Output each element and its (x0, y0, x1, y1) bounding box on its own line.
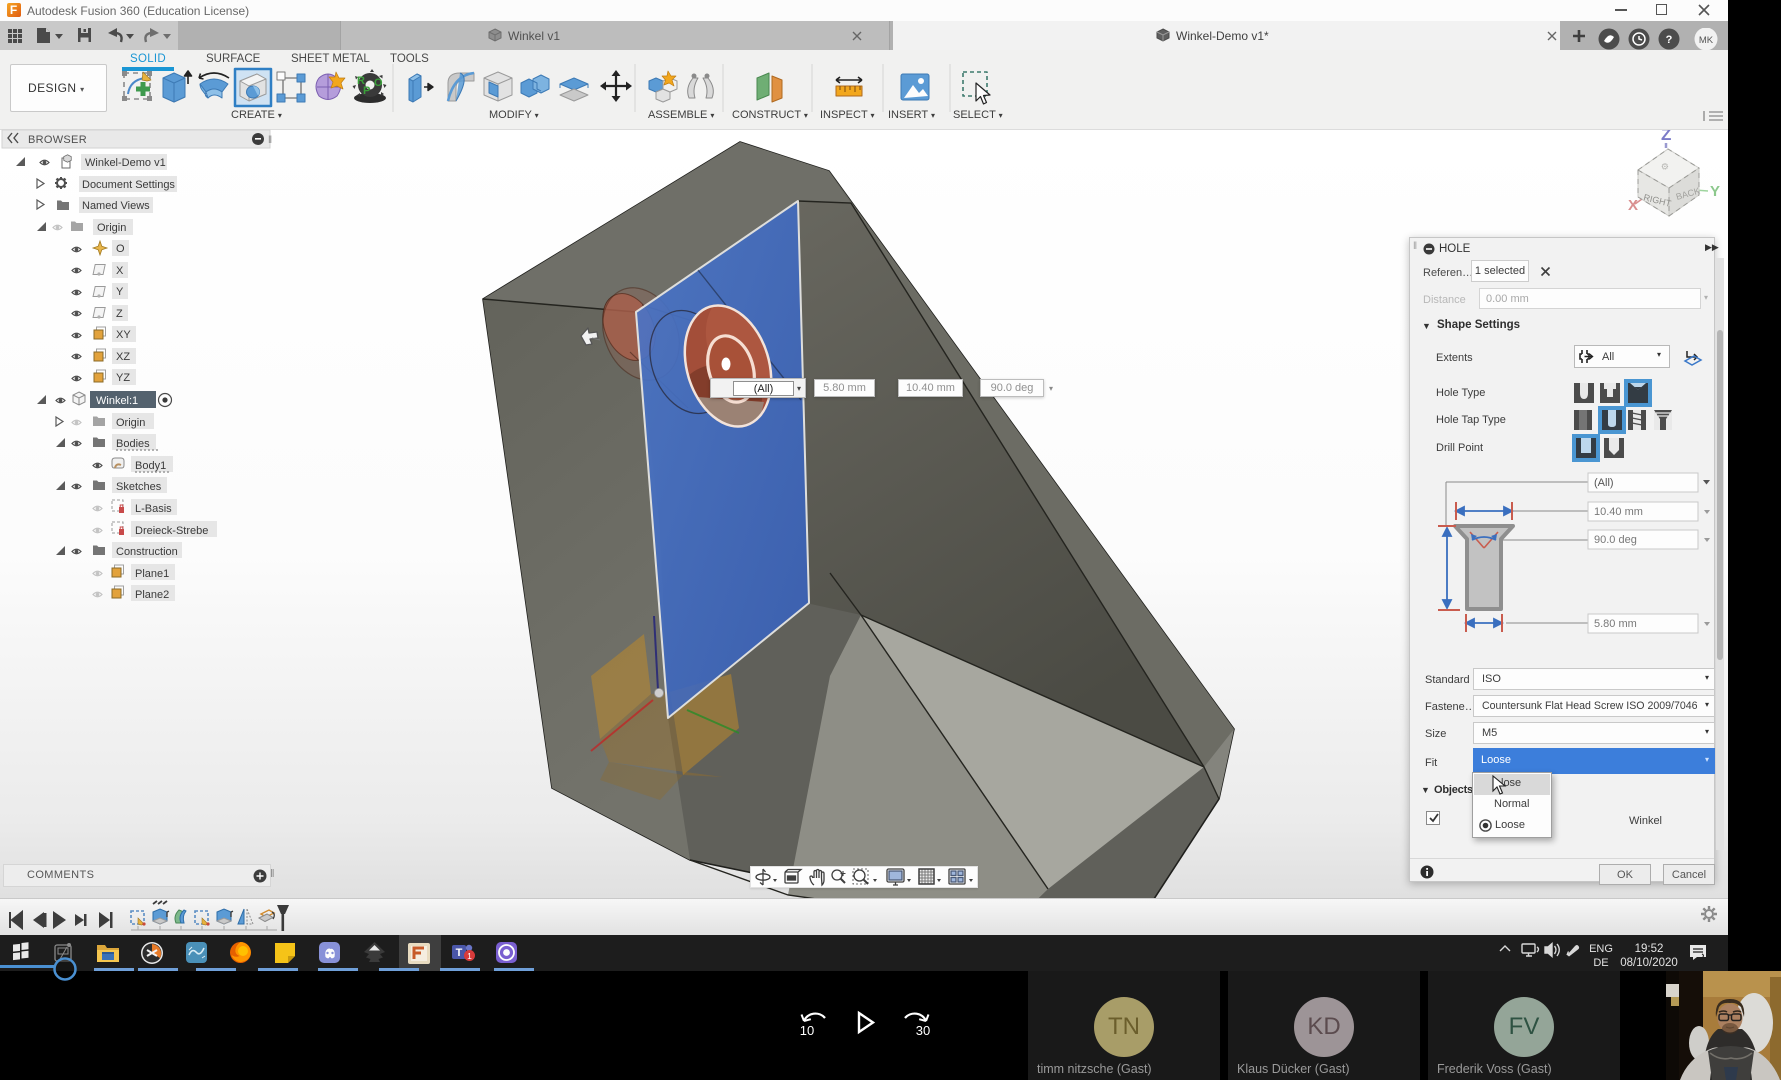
svg-text:Origin: Origin (97, 222, 126, 234)
svg-text:ENG: ENG (1589, 943, 1613, 955)
svg-text:Plane2: Plane2 (135, 589, 169, 601)
svg-text:08/10/2020: 08/10/2020 (1620, 957, 1678, 969)
svg-text:XZ: XZ (116, 351, 130, 363)
svg-text:Y: Y (1710, 183, 1720, 200)
svg-text:Z: Z (1661, 130, 1671, 144)
svg-text:Z: Z (116, 308, 123, 320)
svg-text:Construction: Construction (116, 546, 178, 558)
svg-text:‖: ‖ (268, 135, 272, 146)
svg-text:10.40 mm: 10.40 mm (1594, 506, 1643, 518)
svg-text:19:52: 19:52 (1635, 943, 1664, 955)
svg-text:MK: MK (1699, 35, 1714, 46)
svg-text:Y: Y (116, 286, 124, 298)
svg-text:Winkel:1: Winkel:1 (96, 395, 138, 407)
svg-text:Winkel-Demo v1: Winkel-Demo v1 (85, 157, 166, 169)
svg-text:Body1: Body1 (135, 460, 166, 472)
svg-text:Document Settings: Document Settings (82, 179, 175, 191)
svg-text:(All): (All) (1594, 477, 1614, 489)
svg-text:XY: XY (116, 329, 131, 341)
svg-text:10: 10 (800, 1023, 814, 1038)
svg-text:Origin: Origin (116, 417, 145, 429)
svg-text:BROWSER: BROWSER (28, 134, 87, 146)
svg-text:O: O (116, 243, 125, 255)
svg-text:Plane1: Plane1 (135, 568, 169, 580)
svg-text:5.80 mm: 5.80 mm (1594, 618, 1637, 630)
svg-text:Dreieck-Strebe: Dreieck-Strebe (135, 525, 208, 537)
svg-text:Named Views: Named Views (82, 200, 150, 212)
svg-text:T: T (456, 947, 463, 959)
svg-text:30: 30 (916, 1023, 930, 1038)
svg-text:X: X (116, 265, 124, 277)
svg-text:90.0 deg: 90.0 deg (1594, 534, 1637, 546)
svg-text:YZ: YZ (116, 372, 130, 384)
svg-text:DE: DE (1593, 957, 1608, 969)
svg-text:P: P (363, 85, 370, 97)
svg-text:L-Basis: L-Basis (135, 503, 172, 515)
svg-text:O: O (374, 77, 383, 89)
svg-text:Sketches: Sketches (116, 481, 162, 493)
svg-text:X: X (1628, 197, 1638, 214)
svg-text:1: 1 (467, 951, 472, 961)
svg-text:Bodies: Bodies (116, 438, 150, 450)
svg-text:?: ? (1666, 34, 1673, 46)
